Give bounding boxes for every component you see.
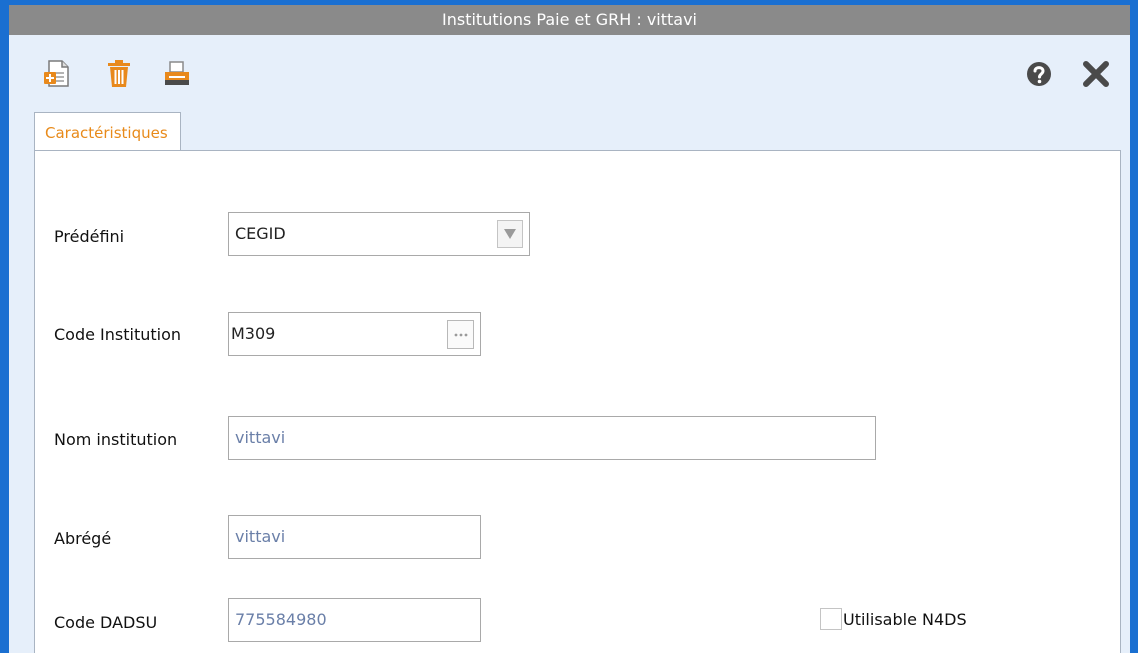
delete-trash-icon — [108, 60, 130, 87]
characteristics-panel: Prédéfini CEGID Code Institution M309 No — [34, 150, 1121, 653]
nom-institution-field[interactable]: vittavi — [228, 416, 876, 460]
abrege-label: Abrégé — [54, 529, 112, 548]
window-frame-left — [0, 0, 9, 653]
code-dadsu-label: Code DADSU — [54, 613, 158, 632]
institution-window: Institutions Paie et GRH : vittavi Carac… — [0, 0, 1138, 653]
chevron-down-icon — [504, 229, 516, 239]
tab-strip: Caractéristiques — [9, 107, 1130, 152]
print-button[interactable] — [161, 58, 193, 90]
close-icon — [1083, 61, 1109, 87]
utilisable-n4ds-checkbox[interactable] — [820, 608, 842, 630]
tab-caracteristiques[interactable]: Caractéristiques — [34, 112, 181, 152]
new-document-button[interactable] — [41, 58, 73, 90]
print-icon — [165, 61, 189, 85]
predefini-select[interactable]: CEGID — [228, 212, 530, 256]
window-title: Institutions Paie et GRH : vittavi — [9, 5, 1130, 35]
nom-institution-label: Nom institution — [54, 430, 178, 449]
predefini-label: Prédéfini — [54, 227, 125, 246]
help-button[interactable] — [1023, 58, 1055, 90]
utilisable-n4ds-label: Utilisable N4DS — [843, 610, 967, 629]
code-institution-value: M309 — [231, 324, 276, 343]
close-button[interactable] — [1080, 58, 1112, 90]
new-document-icon — [44, 60, 69, 87]
help-icon — [1027, 62, 1051, 86]
code-institution-field[interactable]: M309 — [228, 312, 481, 356]
window-frame-right — [1130, 0, 1138, 653]
predefini-dropdown-button[interactable] — [497, 220, 523, 248]
abrege-field[interactable]: vittavi — [228, 515, 481, 559]
code-institution-lookup-button[interactable] — [447, 320, 474, 349]
code-institution-label: Code Institution — [54, 325, 182, 344]
ellipsis-icon — [454, 333, 467, 336]
code-dadsu-field[interactable]: 775584980 — [228, 598, 481, 642]
toolbar — [9, 35, 1130, 115]
delete-button[interactable] — [103, 58, 135, 90]
predefini-value: CEGID — [235, 224, 286, 243]
